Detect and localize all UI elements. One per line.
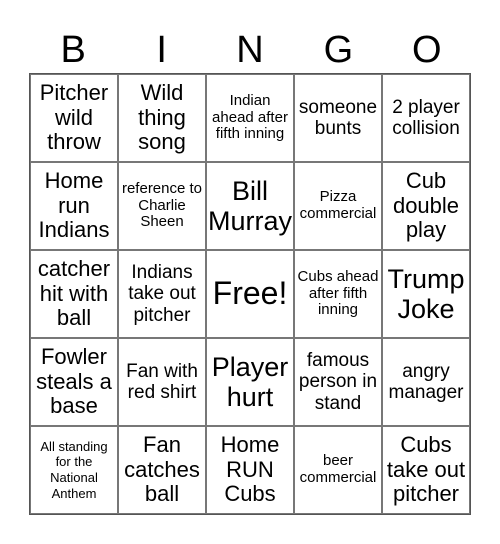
bingo-cell-text: Home RUN Cubs <box>220 432 280 507</box>
bingo-cell-text: Free! <box>212 275 288 312</box>
free-space-cell[interactable]: Free! <box>206 250 294 338</box>
bingo-cell-text: Pitcher wild throw <box>39 80 109 155</box>
bingo-card-grid: Pitcher wild throw Wild thing song Indian … <box>29 73 471 515</box>
bingo-cell-text: Home run Indians <box>38 168 110 243</box>
bingo-cell-text: Indians take out pitcher <box>128 262 196 326</box>
header-letter-i: I <box>156 29 167 71</box>
bingo-cell-text: Bill Murray <box>208 175 293 236</box>
bingo-cell-text: 2 player collision <box>392 96 460 139</box>
bingo-cell[interactable]: Wild thing song <box>118 74 206 162</box>
bingo-cell-text: reference to Charlie Sheen <box>121 179 203 231</box>
bingo-cell[interactable]: Pitcher wild throw <box>30 74 118 162</box>
bingo-cell[interactable]: Bill Murray <box>206 162 294 250</box>
bingo-cell-text: beer commercial <box>299 452 377 486</box>
bingo-cell[interactable]: Trump Joke <box>382 250 470 338</box>
bingo-cell-text: Trump Joke <box>387 263 465 324</box>
bingo-cell[interactable]: Home run Indians <box>30 162 118 250</box>
bingo-cell[interactable]: Player hurt <box>206 338 294 426</box>
bingo-cell[interactable]: Indian ahead after fifth inning <box>206 74 294 162</box>
bingo-cell[interactable]: Indians take out pitcher <box>118 250 206 338</box>
bingo-cell-text: Player hurt <box>211 351 289 412</box>
bingo-cell[interactable]: angry manager <box>382 338 470 426</box>
bingo-cell[interactable]: Cubs take out pitcher <box>382 426 470 514</box>
bingo-cell[interactable]: Fowler steals a base <box>30 338 118 426</box>
bingo-cell[interactable]: All standing for the National Anthem <box>30 426 118 514</box>
bingo-cell[interactable]: Fan with red shirt <box>118 338 206 426</box>
bingo-cell-text: someone bunts <box>298 96 378 139</box>
bingo-cell[interactable]: Pizza commercial <box>294 162 382 250</box>
bingo-cell[interactable]: Cub double play <box>382 162 470 250</box>
bingo-cell[interactable]: reference to Charlie Sheen <box>118 162 206 250</box>
bingo-cell[interactable]: Home RUN Cubs <box>206 426 294 514</box>
bingo-cell[interactable]: Fan catches ball <box>118 426 206 514</box>
bingo-cell-text: Cub double play <box>392 168 460 243</box>
bingo-cell-text: famous person in stand <box>298 350 378 414</box>
bingo-cell-text: catcher hit with ball <box>37 256 111 331</box>
bingo-cell[interactable]: Cubs ahead after fifth inning <box>294 250 382 338</box>
bingo-cell-text: Fowler steals a base <box>36 344 112 419</box>
bingo-cell-text: Cubs ahead after fifth inning <box>297 267 379 319</box>
bingo-cell-text: Fan with red shirt <box>126 360 198 403</box>
bingo-cell-text: All standing for the National Anthem <box>40 438 108 501</box>
header-letter-b: B <box>60 29 86 71</box>
bingo-cell[interactable]: famous person in stand <box>294 338 382 426</box>
bingo-cell[interactable]: beer commercial <box>294 426 382 514</box>
header-letter-n: N <box>236 29 264 71</box>
bingo-header: B I N G O <box>29 28 471 72</box>
bingo-cell-text: Pizza commercial <box>299 188 377 222</box>
bingo-cell-text: Fan catches ball <box>124 432 200 507</box>
bingo-cell-text: Indian ahead after fifth inning <box>212 91 288 143</box>
bingo-cell-text: Cubs take out pitcher <box>386 432 466 507</box>
header-letter-g: G <box>323 29 354 71</box>
bingo-cell[interactable]: 2 player collision <box>382 74 470 162</box>
bingo-cell[interactable]: catcher hit with ball <box>30 250 118 338</box>
bingo-cell[interactable]: someone bunts <box>294 74 382 162</box>
header-letter-o: O <box>412 29 442 71</box>
bingo-cell-text: Wild thing song <box>138 80 186 155</box>
bingo-cell-text: angry manager <box>388 360 464 403</box>
